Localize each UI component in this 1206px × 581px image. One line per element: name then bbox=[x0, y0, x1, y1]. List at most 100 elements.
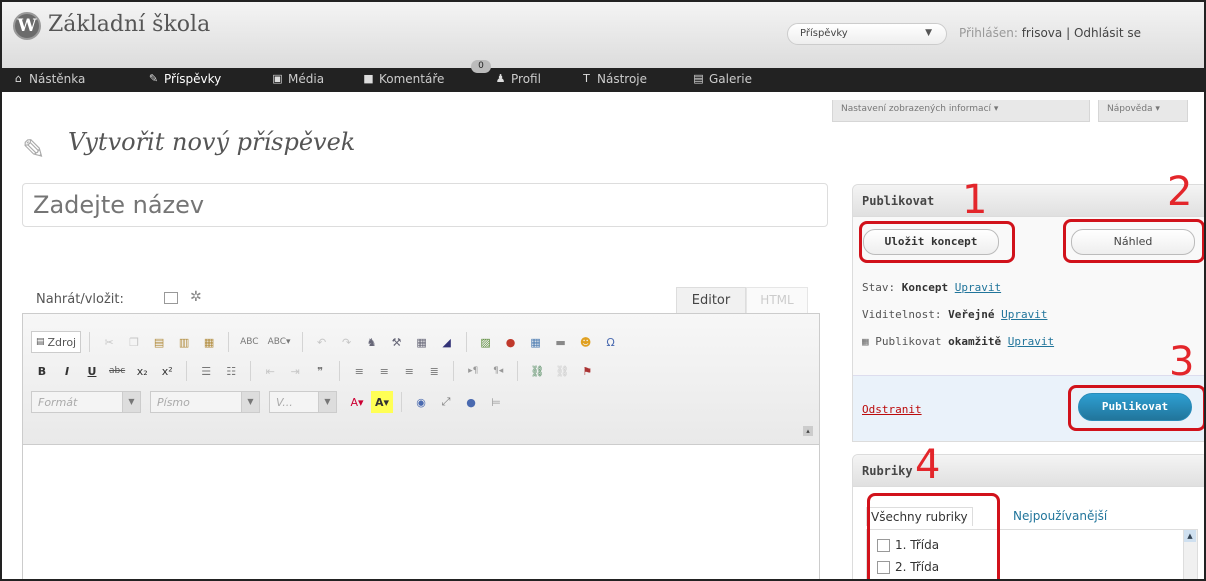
special-char-icon[interactable]: Ω bbox=[600, 331, 622, 353]
spellcheck-icon[interactable]: ABC bbox=[237, 331, 261, 353]
menu-item-media[interactable]: ▣ Média bbox=[271, 72, 324, 86]
align-justify-icon[interactable]: ≣ bbox=[423, 360, 445, 382]
users-icon: ♟ bbox=[495, 72, 506, 85]
ltr-icon[interactable]: ▸¶ bbox=[462, 360, 484, 382]
underline-button[interactable]: U bbox=[81, 360, 103, 382]
edit-visibility-link[interactable]: Upravit bbox=[1001, 308, 1047, 321]
fullscreen-icon[interactable]: ⤢ bbox=[435, 391, 457, 413]
help-tab[interactable]: Nápověda ▾ bbox=[1098, 100, 1188, 122]
copy-icon[interactable]: ❐ bbox=[123, 331, 145, 353]
media-icon: ▣ bbox=[272, 72, 283, 85]
align-center-icon[interactable]: ≡ bbox=[373, 360, 395, 382]
menu-item-label: Komentáře bbox=[379, 72, 445, 86]
outdent-icon[interactable]: ⇤ bbox=[259, 360, 281, 382]
menu-item-gallery[interactable]: ▤ Galerie bbox=[692, 72, 752, 86]
logout-link[interactable]: Odhlásit se bbox=[1074, 26, 1141, 40]
editor-content-area[interactable] bbox=[23, 446, 819, 579]
remove-format-icon[interactable]: ◢ bbox=[436, 331, 458, 353]
find-icon[interactable]: ♞ bbox=[361, 331, 383, 353]
edit-schedule-link[interactable]: Upravit bbox=[1008, 335, 1054, 348]
select-all-icon[interactable]: ▦ bbox=[411, 331, 433, 353]
unlink-icon[interactable]: ⛓ bbox=[551, 360, 573, 382]
favorites-dropdown[interactable]: Příspěvky ▼ bbox=[787, 23, 947, 45]
tab-most-used[interactable]: Nejpoužívanější bbox=[1013, 509, 1107, 523]
add-media-icon[interactable] bbox=[164, 292, 178, 304]
toolbar-separator bbox=[301, 332, 303, 352]
annotation-box-categories bbox=[867, 493, 1000, 579]
smiley-icon[interactable]: ☻ bbox=[575, 331, 597, 353]
wordpress-logo-icon[interactable]: W bbox=[13, 12, 41, 40]
font-select[interactable]: Písmo ▼ bbox=[150, 391, 260, 413]
cut-icon[interactable]: ✂ bbox=[98, 331, 120, 353]
tab-editor[interactable]: Editor bbox=[676, 287, 746, 313]
undo-icon[interactable]: ↶ bbox=[311, 331, 333, 353]
visibility-label: Viditelnost: bbox=[862, 308, 942, 321]
source-button[interactable]: ▤ Zdroj bbox=[31, 331, 82, 353]
tab-html[interactable]: HTML bbox=[746, 287, 808, 313]
menu-item-dashboard[interactable]: ⌂ Nástěnka bbox=[12, 72, 85, 86]
page-title: Vytvořit nový příspěvek bbox=[68, 128, 356, 156]
subscript-icon[interactable]: x₂ bbox=[131, 360, 153, 382]
horizontal-rule-icon[interactable]: ▬ bbox=[550, 331, 572, 353]
toolbar-separator bbox=[339, 361, 341, 381]
screen-options-tab[interactable]: Nastavení zobrazených informací ▾ bbox=[832, 100, 1090, 122]
paste-icon[interactable]: ▤ bbox=[148, 331, 170, 353]
format-select[interactable]: Formát ▼ bbox=[31, 391, 141, 413]
format-placeholder: Formát bbox=[38, 395, 78, 409]
flash-icon[interactable]: ● bbox=[500, 331, 522, 353]
spellcheck-options-icon[interactable]: ABC▾ bbox=[265, 331, 294, 353]
page-break-icon[interactable]: ⊨ bbox=[485, 391, 507, 413]
menu-item-tools[interactable]: T Nástroje bbox=[580, 72, 647, 86]
text-color-icon[interactable]: A▾ bbox=[346, 391, 368, 413]
site-title[interactable]: Základní škola bbox=[48, 12, 210, 37]
post-content-editor[interactable]: ▤ Zdroj ✂ ❐ ▤ ▥ ▦ ABC ABC▾ ↶ ↷ ♞ ⚒ ▦ ◢ ▨… bbox=[22, 313, 820, 579]
blockquote-icon[interactable]: ❞ bbox=[309, 360, 331, 382]
scrollbar[interactable]: ▲ bbox=[1183, 530, 1197, 579]
gallery-settings-icon[interactable]: ✲ bbox=[190, 289, 202, 305]
table-icon[interactable]: ▦ bbox=[525, 331, 547, 353]
paste-word-icon[interactable]: ▦ bbox=[198, 331, 220, 353]
background-color-icon[interactable]: A▾ bbox=[371, 391, 393, 413]
strikethrough-icon[interactable]: abc bbox=[106, 360, 128, 382]
menu-item-posts[interactable]: ✎ Příspěvky bbox=[147, 72, 221, 86]
redo-icon[interactable]: ↷ bbox=[336, 331, 358, 353]
home-icon: ⌂ bbox=[15, 72, 22, 85]
anchor-flag-icon[interactable]: ⚑ bbox=[576, 360, 598, 382]
paste-text-icon[interactable]: ▥ bbox=[173, 331, 195, 353]
toolbar-collapse-icon[interactable]: ▴ bbox=[803, 426, 813, 436]
insert-media-icon[interactable]: ◉ bbox=[410, 391, 432, 413]
indent-icon[interactable]: ⇥ bbox=[284, 360, 306, 382]
link-icon[interactable]: ⛓ bbox=[526, 360, 548, 382]
post-title-input[interactable] bbox=[22, 183, 828, 227]
upload-insert-label: Nahrát/vložit: bbox=[36, 292, 124, 307]
status-row: Stav: Koncept Upravit bbox=[862, 281, 1001, 294]
font-size-select[interactable]: V... ▼ bbox=[269, 391, 337, 413]
edit-status-link[interactable]: Upravit bbox=[955, 281, 1001, 294]
bullet-list-icon[interactable]: ☷ bbox=[220, 360, 242, 382]
bold-button[interactable]: B bbox=[31, 360, 53, 382]
replace-icon[interactable]: ⚒ bbox=[386, 331, 408, 353]
image-icon[interactable]: ▨ bbox=[475, 331, 497, 353]
rtl-icon[interactable]: ¶◂ bbox=[487, 360, 509, 382]
italic-button[interactable]: I bbox=[56, 360, 78, 382]
scroll-up-icon[interactable]: ▲ bbox=[1184, 530, 1196, 542]
delete-link[interactable]: Odstranit bbox=[862, 403, 922, 416]
username-link[interactable]: frisova bbox=[1022, 26, 1063, 40]
categories-box-heading[interactable]: Rubriky bbox=[853, 455, 1204, 487]
align-right-icon[interactable]: ≡ bbox=[398, 360, 420, 382]
visibility-value: Veřejné bbox=[948, 308, 995, 321]
annotation-number-4: 4 bbox=[915, 442, 941, 488]
toolbar-separator bbox=[401, 392, 402, 412]
numbered-list-icon[interactable]: ☰ bbox=[195, 360, 217, 382]
align-left-icon[interactable]: ≡ bbox=[348, 360, 370, 382]
superscript-icon[interactable]: x² bbox=[156, 360, 178, 382]
schedule-row: ▦ Publikovat okamžitě Upravit bbox=[862, 335, 1054, 348]
about-icon[interactable]: ● bbox=[460, 391, 482, 413]
menu-item-comments[interactable]: ■ Komentáře bbox=[362, 72, 444, 86]
toolbar-separator bbox=[228, 332, 230, 352]
publish-box-heading[interactable]: Publikovat bbox=[853, 185, 1204, 217]
menu-item-profile[interactable]: ♟ Profil bbox=[494, 72, 541, 86]
toolbar-row-1: ▤ Zdroj ✂ ❐ ▤ ▥ ▦ ABC ABC▾ ↶ ↷ ♞ ⚒ ▦ ◢ ▨… bbox=[31, 328, 622, 356]
annotation-box-preview bbox=[1063, 219, 1204, 263]
toolbar-separator bbox=[186, 361, 188, 381]
